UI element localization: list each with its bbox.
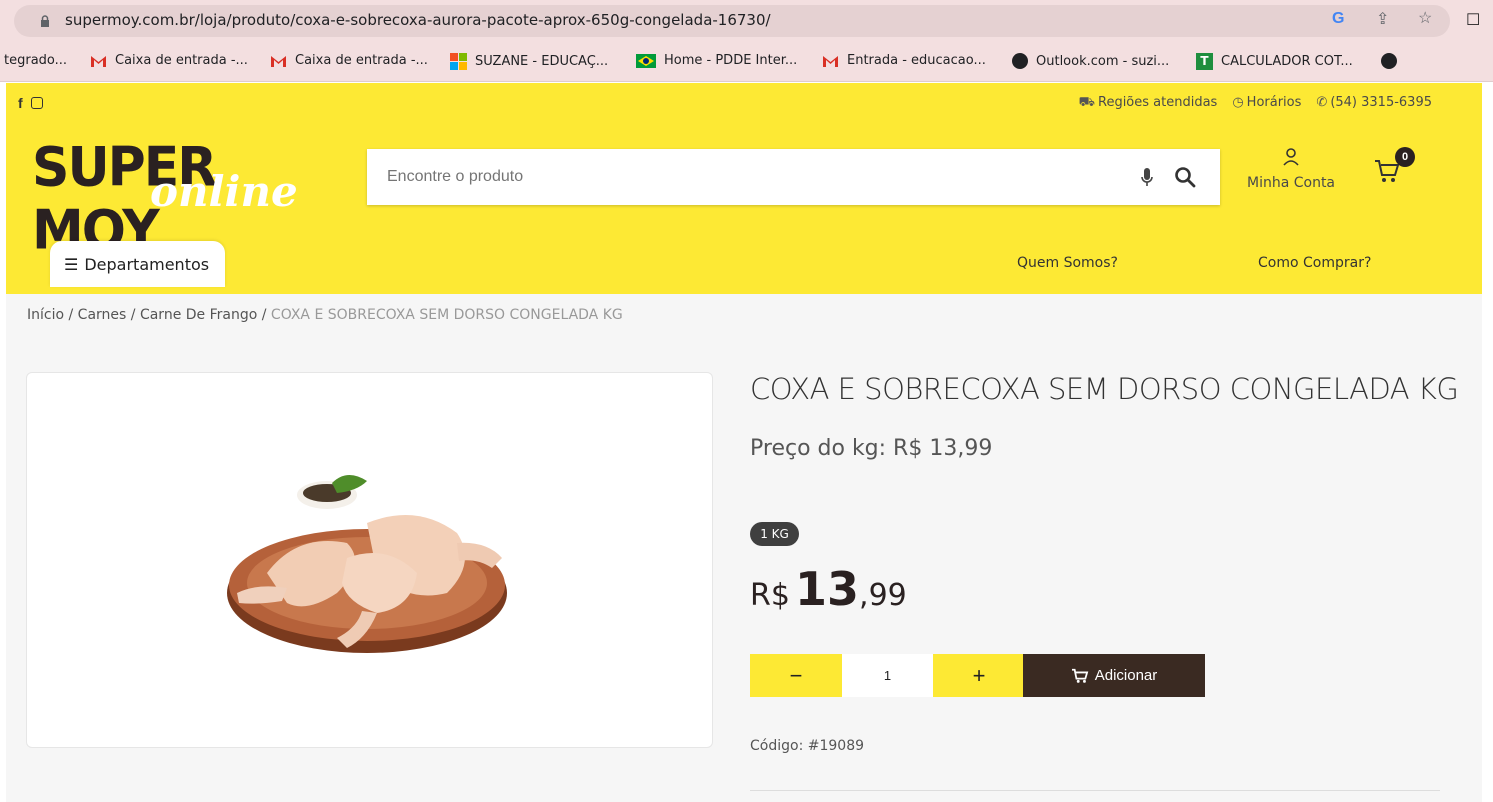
breadcrumb-current: COXA E SOBRECOXA SEM DORSO CONGELADA KG xyxy=(270,307,623,323)
breadcrumb: Início / Carnes / Carne De Frango / COXA… xyxy=(27,307,623,323)
breadcrumb-home[interactable]: Início xyxy=(27,307,64,323)
user-icon xyxy=(1283,148,1299,166)
site-header: f ⛟ Regiões atendidas ◷ Horários ✆ (54) 331… xyxy=(6,83,1482,294)
cart-count-badge: 0 xyxy=(1395,147,1415,167)
add-to-cart-button[interactable]: Adicionar xyxy=(1023,654,1205,697)
window-icon[interactable]: ☐ xyxy=(1466,10,1480,30)
product-code: Código: #19089 xyxy=(750,738,865,754)
quantity-input[interactable] xyxy=(842,654,933,697)
bookmark-item[interactable]: tegrado... xyxy=(4,53,67,68)
nav-how-to-buy[interactable]: Como Comprar? xyxy=(1258,255,1371,271)
quantity-increase-button[interactable]: + xyxy=(933,654,1025,697)
product-image[interactable] xyxy=(227,463,527,663)
cart-button[interactable]: 0 xyxy=(1373,147,1415,183)
facebook-icon[interactable]: f xyxy=(18,95,23,111)
logo-subtitle: online xyxy=(150,167,298,216)
price-currency: R$ xyxy=(750,578,790,613)
price-integer: 13 xyxy=(795,562,860,616)
account-link[interactable]: Minha Conta xyxy=(1246,147,1336,191)
regions-link[interactable]: ⛟ Regiões atendidas xyxy=(1079,95,1218,112)
bookmark-globe[interactable] xyxy=(1381,53,1397,69)
quantity-decrease-button[interactable]: − xyxy=(750,654,842,697)
hours-link[interactable]: ◷ Horários xyxy=(1232,95,1301,112)
nav-about[interactable]: Quem Somos? xyxy=(1017,255,1118,271)
price-decimal: ,99 xyxy=(859,578,907,613)
departments-label: Departamentos xyxy=(84,254,210,274)
share-icon[interactable]: ⇪ xyxy=(1376,9,1389,29)
cart-icon xyxy=(1071,668,1089,683)
departments-button[interactable]: ☰ Departamentos xyxy=(50,241,225,287)
account-label: Minha Conta xyxy=(1246,175,1336,191)
product-image-card xyxy=(26,372,713,748)
browser-address-bar: supermoy.com.br/loja/produto/coxa-e-sobr… xyxy=(0,0,1493,42)
bookmark-item[interactable]: Caixa de entrada -... xyxy=(90,53,248,68)
clock-icon: ◷ xyxy=(1232,95,1244,110)
bookmark-item[interactable]: Entrada - educacao... xyxy=(822,53,986,68)
sheets-icon: T xyxy=(1196,53,1213,70)
url-text[interactable]: supermoy.com.br/loja/produto/coxa-e-sobr… xyxy=(65,11,771,29)
phone-link[interactable]: ✆ (54) 3315-6395 xyxy=(1316,95,1432,112)
gmail-icon xyxy=(271,55,286,67)
search-icon[interactable] xyxy=(1174,166,1196,188)
lock-icon xyxy=(41,15,49,27)
topbar-info: ⛟ Regiões atendidas ◷ Horários ✆ (54) 3315-… xyxy=(1079,95,1432,112)
menu-icon: ☰ xyxy=(64,254,79,274)
bookmarks-bar: tegrado... Caixa de entrada -... Caixa d… xyxy=(0,42,1493,82)
add-to-cart-label: Adicionar xyxy=(1094,667,1158,684)
price-per-kg: Preço do kg: R$ 13,99 xyxy=(750,436,993,461)
instagram-icon[interactable] xyxy=(30,97,43,109)
bookmark-item[interactable]: T CALCULADOR COT... xyxy=(1196,53,1353,70)
brazil-flag-icon xyxy=(636,53,656,68)
microsoft-icon xyxy=(450,53,467,70)
url-box[interactable]: supermoy.com.br/loja/produto/coxa-e-sobr… xyxy=(14,5,1450,37)
gmail-icon xyxy=(823,55,838,67)
star-icon[interactable]: ☆ xyxy=(1418,8,1432,28)
phone-icon: ✆ xyxy=(1316,95,1328,110)
google-icon[interactable]: G xyxy=(1332,10,1344,28)
unit-badge: 1 KG xyxy=(750,522,799,546)
truck-icon: ⛟ xyxy=(1078,95,1095,110)
breadcrumb-carnes[interactable]: Carnes xyxy=(78,307,127,323)
bookmark-item[interactable]: Home - PDDE Inter... xyxy=(636,53,797,68)
search-input[interactable] xyxy=(387,149,1127,205)
globe-icon xyxy=(1012,53,1028,69)
breadcrumb-carne-de-frango[interactable]: Carne De Frango xyxy=(140,307,257,323)
gmail-icon xyxy=(91,55,106,67)
bookmark-item[interactable]: Caixa de entrada -... xyxy=(270,53,428,68)
divider xyxy=(750,790,1440,791)
microphone-icon[interactable] xyxy=(1140,167,1154,189)
site-logo[interactable]: SUPER MOY online xyxy=(32,136,342,262)
bookmark-item[interactable]: Outlook.com - suzi... xyxy=(1012,53,1169,69)
product-title: COXA E SOBRECOXA SEM DORSO CONGELADA KG xyxy=(750,372,1459,406)
social-links: f xyxy=(18,95,43,111)
bookmark-item[interactable]: SUZANE - EDUCAÇ... xyxy=(450,53,608,70)
product-page: Início / Carnes / Carne De Frango / COXA… xyxy=(6,294,1482,802)
globe-icon xyxy=(1381,53,1397,69)
product-price: R$ 13,99 xyxy=(750,562,907,616)
search-bar xyxy=(367,149,1220,205)
